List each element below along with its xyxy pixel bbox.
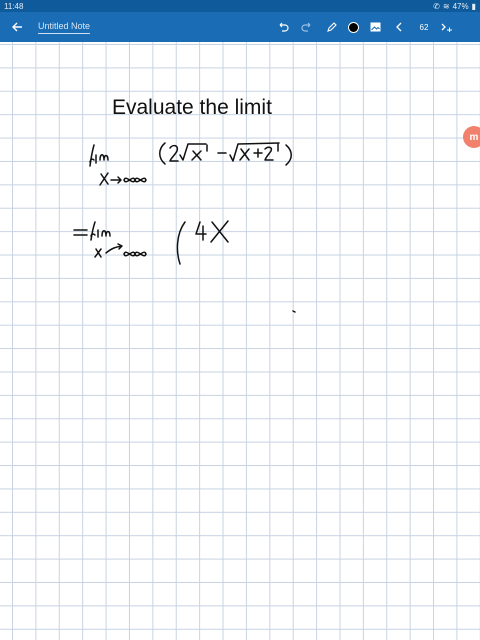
status-right: ✆ ≋ 47% ▮ xyxy=(433,2,476,11)
color-dot-icon xyxy=(347,21,359,33)
signal-icon: ✆ xyxy=(433,1,440,11)
add-page-icon xyxy=(441,23,452,32)
back-button[interactable] xyxy=(8,12,26,42)
wifi-icon: ≋ xyxy=(442,1,450,11)
status-bar: 11:48 ✆ ≋ 47% ▮ xyxy=(0,0,480,12)
note-canvas[interactable] xyxy=(0,42,480,640)
previous-page-button[interactable] xyxy=(390,12,408,42)
redo-button[interactable] xyxy=(298,12,316,42)
note-title: Untitled Note xyxy=(38,21,91,34)
redo-icon xyxy=(301,22,311,32)
note-title-field[interactable]: Untitled Note xyxy=(38,12,91,42)
undo-icon xyxy=(279,22,289,32)
page-number: 62 xyxy=(419,22,429,32)
insert-image-button[interactable] xyxy=(366,12,384,42)
image-icon xyxy=(370,22,380,32)
chevron-left-icon xyxy=(396,22,402,32)
battery-level: 47% xyxy=(452,1,469,11)
toolbar: Untitled Note 62 xyxy=(0,12,480,42)
battery-icon: ▮ xyxy=(471,1,476,11)
app-logo-icon: m xyxy=(469,131,479,143)
page-heading: Evaluate the limit xyxy=(112,96,272,119)
status-time: 11:48 xyxy=(4,1,24,11)
pen-color-button[interactable] xyxy=(344,12,362,42)
floating-app-button[interactable]: m xyxy=(463,126,480,148)
next-page-button[interactable] xyxy=(438,12,456,42)
pen-icon xyxy=(326,21,337,32)
arrow-left-icon xyxy=(12,22,22,32)
undo-button[interactable] xyxy=(274,12,292,42)
pen-tool-button[interactable] xyxy=(322,12,340,42)
